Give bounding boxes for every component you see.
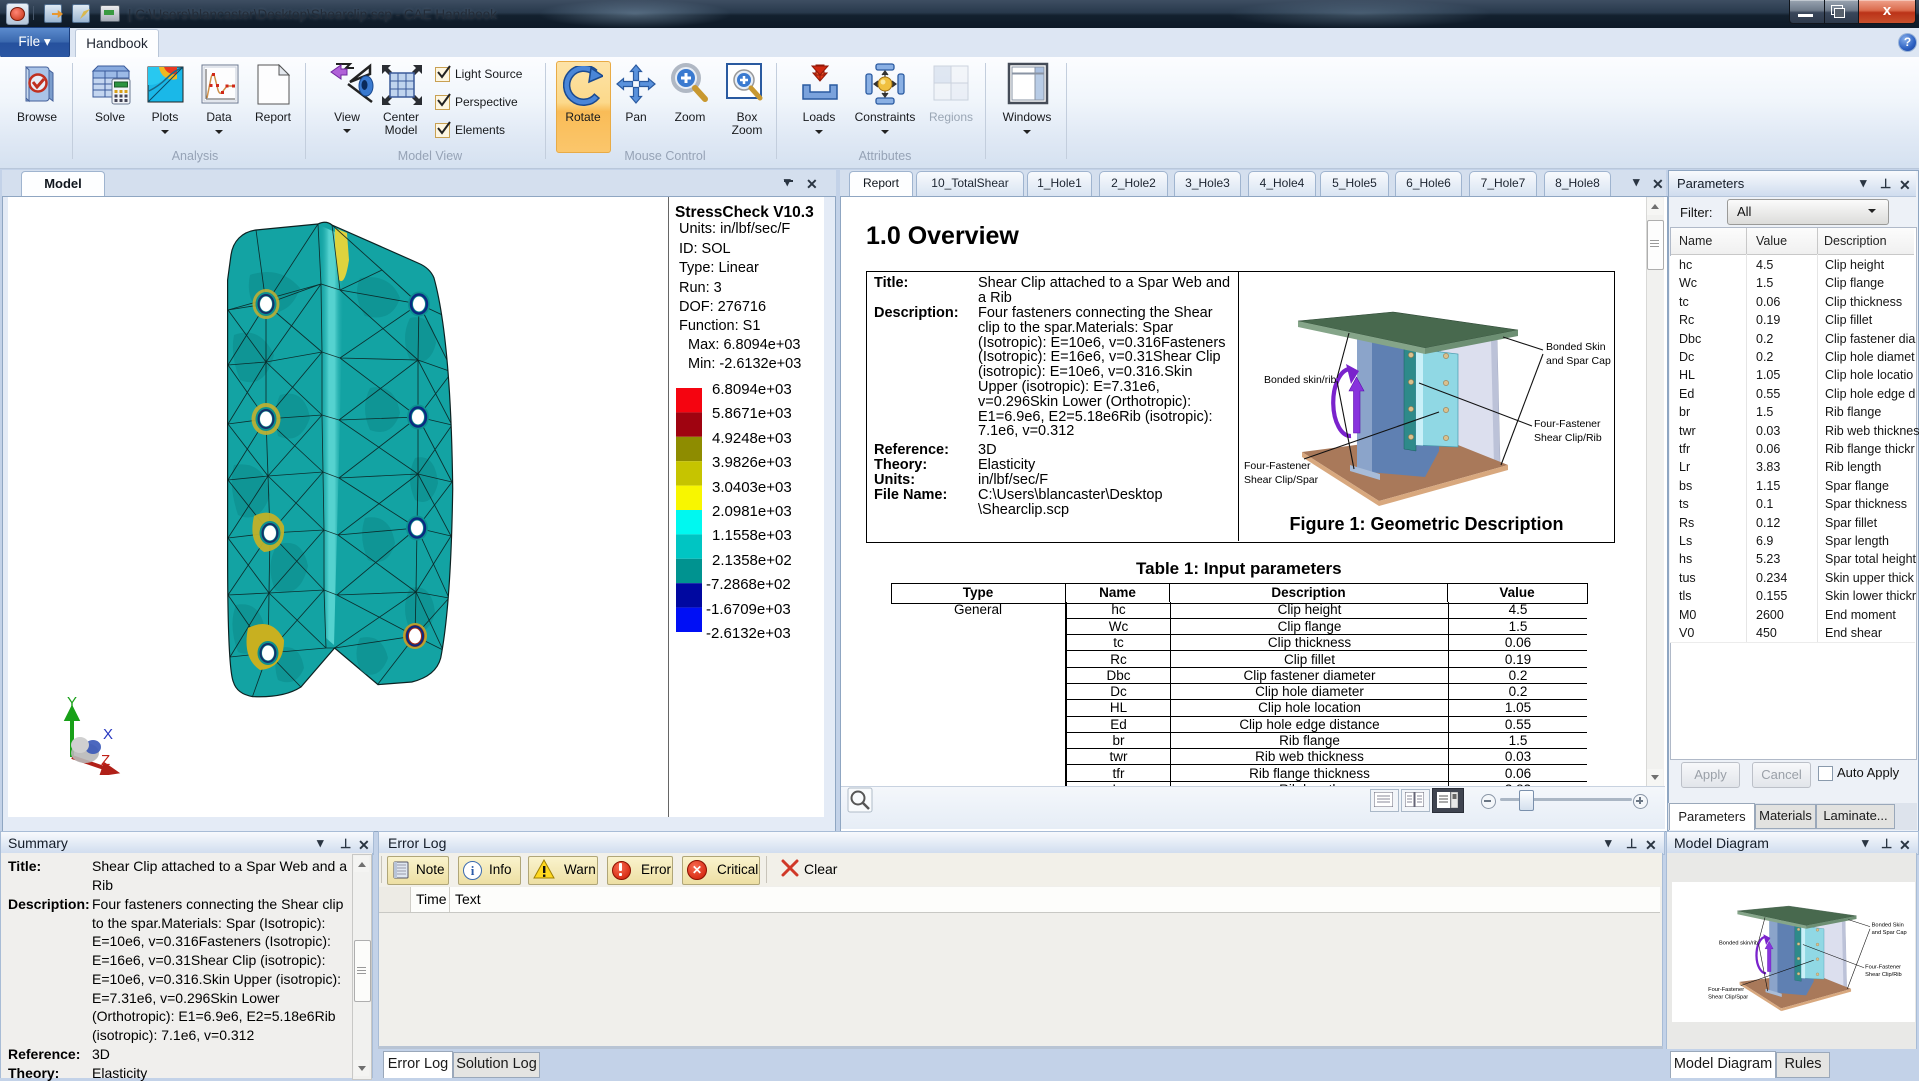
svg-text:Four-Fastener: Four-Fastener — [1534, 418, 1601, 430]
svg-text:Shear Clip/Spar: Shear Clip/Spar — [1244, 474, 1319, 486]
svg-text:X: X — [103, 726, 113, 743]
svg-text:Y: Y — [67, 695, 77, 711]
svg-text:and Spar Cap: and Spar Cap — [1546, 355, 1611, 367]
svg-text:Z: Z — [101, 752, 110, 769]
svg-text:Bonded Skin: Bonded Skin — [1546, 341, 1606, 353]
svg-text:Bonded skin/rib: Bonded skin/rib — [1264, 374, 1337, 386]
svg-text:Shear Clip/Rib: Shear Clip/Rib — [1534, 432, 1602, 444]
svg-text:Four-Fastener: Four-Fastener — [1244, 460, 1311, 472]
